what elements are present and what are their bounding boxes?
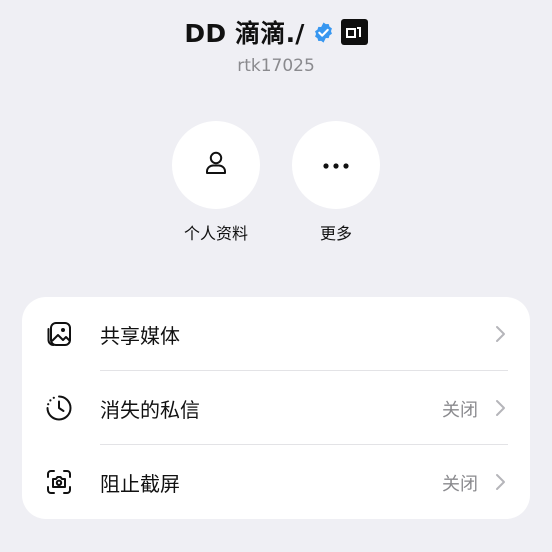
- person-icon: [201, 148, 231, 182]
- chevron-right-icon: [494, 399, 506, 417]
- chat-details-page: DD 滴滴./ rtk17025 个人资料 更多 共享媒体 消失的私信 关闭 阻…: [0, 0, 552, 552]
- chevron-right-icon: [494, 473, 506, 491]
- settings-row-shared-media[interactable]: 共享媒体: [22, 297, 530, 371]
- profile-label: 个人资料: [183, 224, 248, 243]
- username: rtk17025: [237, 56, 315, 76]
- settings-row-label: 阻止截屏: [100, 472, 180, 496]
- chevron-right-icon: [494, 325, 506, 343]
- app-badge-icon: [340, 19, 368, 45]
- settings-row-value: 关闭: [442, 400, 478, 421]
- shared-media-icon: [44, 319, 74, 349]
- verified-check-icon: [312, 21, 335, 44]
- settings-row-label: 共享媒体: [100, 324, 180, 348]
- display-name: DD 滴滴./: [184, 19, 305, 48]
- disappearing-timer-icon: [44, 393, 74, 423]
- more-dots-icon: [321, 156, 351, 175]
- more-label: 更多: [319, 224, 352, 243]
- profile-header: DD 滴滴./: [0, 14, 552, 50]
- settings-row-value: 关闭: [442, 474, 478, 495]
- settings-row-disappearing-messages[interactable]: 消失的私信 关闭: [22, 371, 530, 445]
- more-button[interactable]: [292, 121, 380, 209]
- settings-row-block-screenshots[interactable]: 阻止截屏 关闭: [22, 445, 530, 519]
- screenshot-block-icon: [44, 467, 74, 497]
- profile-button[interactable]: [172, 121, 260, 209]
- settings-card: 共享媒体 消失的私信 关闭 阻止截屏 关闭: [22, 297, 530, 519]
- settings-row-label: 消失的私信: [100, 398, 200, 422]
